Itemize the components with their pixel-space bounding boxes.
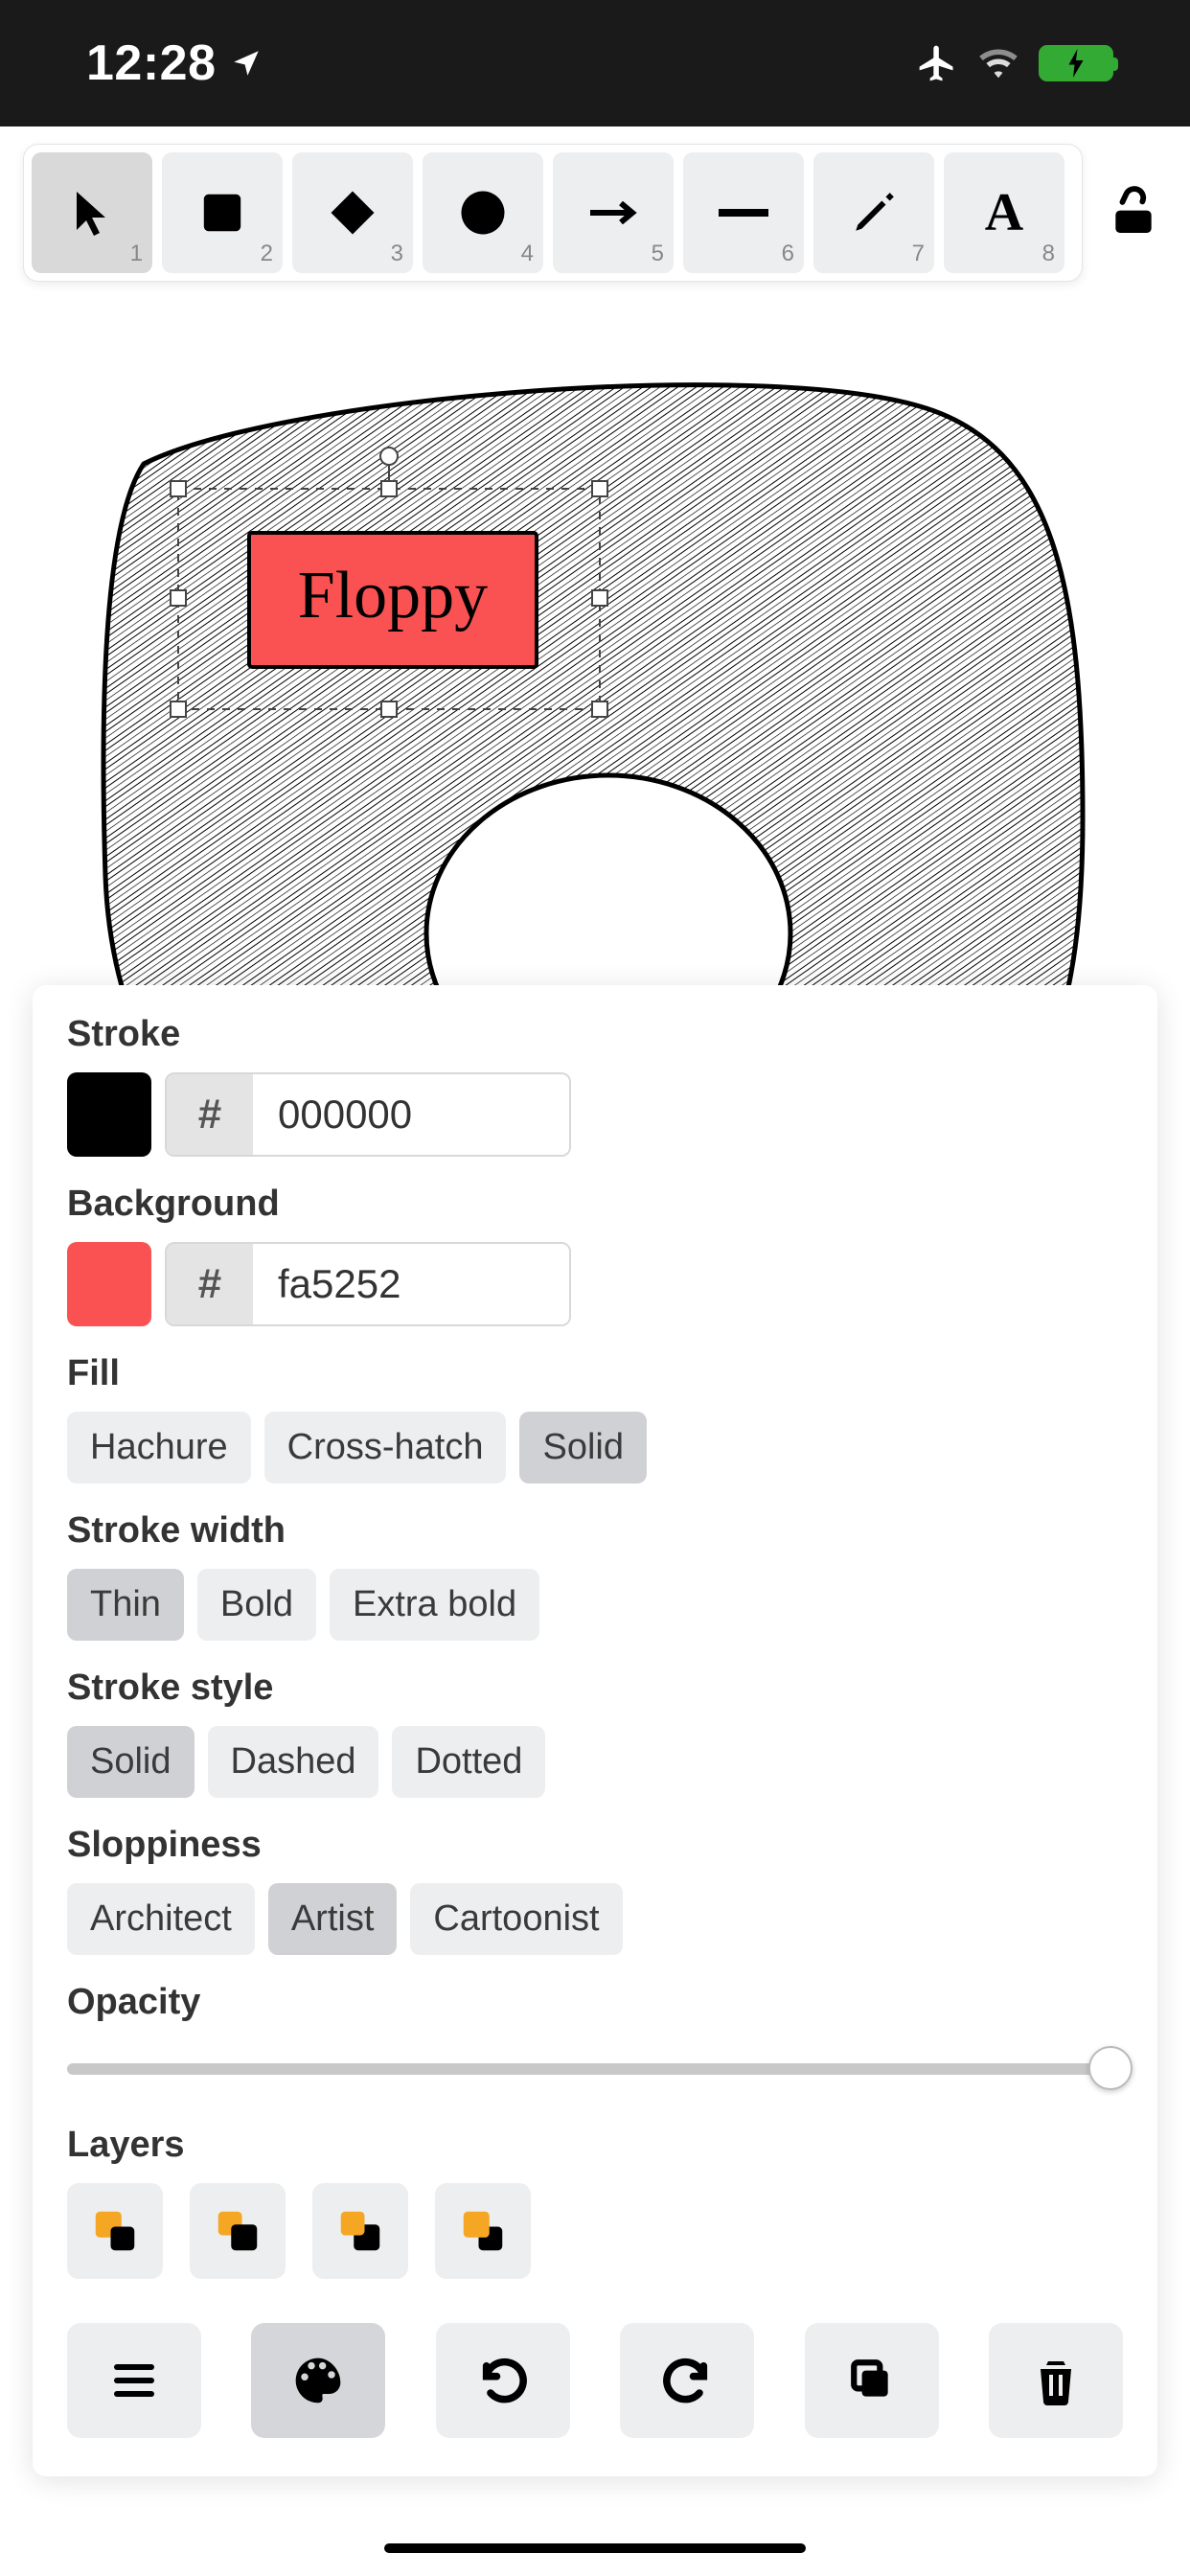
- stroke-style-dashed[interactable]: Dashed: [208, 1726, 379, 1798]
- layer-buttons: [67, 2183, 1123, 2279]
- sloppiness-architect[interactable]: Architect: [67, 1883, 255, 1955]
- undo-button[interactable]: [436, 2323, 570, 2438]
- stroke-label: Stroke: [67, 1014, 1123, 1055]
- background-hex-input[interactable]: [253, 1244, 569, 1324]
- fill-options: Hachure Cross-hatch Solid: [67, 1412, 1123, 1484]
- sloppiness-artist[interactable]: Artist: [268, 1883, 398, 1955]
- stroke-hex-wrap: #: [165, 1072, 571, 1157]
- redo-button[interactable]: [620, 2323, 754, 2438]
- tool-draw[interactable]: 7: [813, 152, 934, 273]
- tool-arrow[interactable]: 5: [553, 152, 674, 273]
- canvas-element-text: Floppy: [298, 559, 488, 632]
- tool-number: 5: [652, 241, 664, 267]
- tool-line[interactable]: 6: [683, 152, 804, 273]
- battery-charging-icon: [1039, 45, 1113, 81]
- text-icon: A: [985, 182, 1023, 243]
- hash-icon: #: [167, 1244, 253, 1324]
- stroke-hex-input[interactable]: [253, 1074, 569, 1155]
- background-hex-wrap: #: [165, 1242, 571, 1326]
- tool-number: 8: [1042, 241, 1055, 267]
- bring-forward-button[interactable]: [312, 2183, 408, 2279]
- fill-label: Fill: [67, 1353, 1123, 1394]
- delete-button[interactable]: [989, 2323, 1123, 2438]
- sloppiness-cartoonist[interactable]: Cartoonist: [410, 1883, 622, 1955]
- tool-diamond[interactable]: 3: [292, 152, 413, 273]
- properties-panel: Stroke # Background # Fill Hachure Cross…: [33, 985, 1157, 2476]
- fill-solid[interactable]: Solid: [519, 1412, 647, 1484]
- stroke-style-label: Stroke style: [67, 1668, 1123, 1709]
- location-icon: [230, 47, 263, 80]
- sloppiness-label: Sloppiness: [67, 1825, 1123, 1866]
- stroke-width-options: Thin Bold Extra bold: [67, 1569, 1123, 1641]
- stroke-swatch[interactable]: [67, 1072, 151, 1157]
- stroke-width-label: Stroke width: [67, 1510, 1123, 1552]
- status-right: [916, 42, 1113, 84]
- fill-hachure[interactable]: Hachure: [67, 1412, 251, 1484]
- send-backward-button[interactable]: [190, 2183, 286, 2279]
- lock-button[interactable]: [1100, 186, 1167, 240]
- background-label: Background: [67, 1184, 1123, 1225]
- toolbar-container: 1 2 3 4 5 6 7 A 8: [0, 126, 1190, 282]
- menu-button[interactable]: [67, 2323, 201, 2438]
- tool-number: 7: [912, 241, 925, 267]
- stroke-width-thin[interactable]: Thin: [67, 1569, 184, 1641]
- opacity-slider[interactable]: [67, 2040, 1123, 2098]
- status-bar: 12:28: [0, 0, 1190, 126]
- sloppiness-options: Architect Artist Cartoonist: [67, 1883, 1123, 1955]
- fill-cross-hatch[interactable]: Cross-hatch: [264, 1412, 507, 1484]
- stroke-color-row: #: [67, 1072, 1123, 1157]
- stroke-style-solid[interactable]: Solid: [67, 1726, 195, 1798]
- background-swatch[interactable]: [67, 1242, 151, 1326]
- tool-number: 6: [782, 241, 794, 267]
- home-indicator[interactable]: [384, 2543, 806, 2553]
- layers-label: Layers: [67, 2125, 1123, 2166]
- wifi-icon: [977, 46, 1019, 80]
- tool-number: 3: [391, 241, 403, 267]
- tool-number: 1: [130, 241, 143, 267]
- slider-track: [67, 2063, 1123, 2075]
- tool-text[interactable]: A 8: [944, 152, 1064, 273]
- tool-rectangle[interactable]: 2: [162, 152, 283, 273]
- tool-number: 4: [521, 241, 534, 267]
- tool-ellipse[interactable]: 4: [423, 152, 543, 273]
- send-to-back-button[interactable]: [67, 2183, 163, 2279]
- toolbar: 1 2 3 4 5 6 7 A 8: [23, 144, 1083, 282]
- background-color-row: #: [67, 1242, 1123, 1326]
- status-left: 12:28: [86, 34, 263, 92]
- slider-thumb[interactable]: [1088, 2046, 1133, 2090]
- palette-button[interactable]: [251, 2323, 385, 2438]
- airplane-icon: [916, 42, 958, 84]
- stroke-style-dotted[interactable]: Dotted: [392, 1726, 545, 1798]
- status-time: 12:28: [86, 34, 217, 92]
- bottom-actions: [67, 2323, 1123, 2438]
- duplicate-button[interactable]: [805, 2323, 939, 2438]
- stroke-width-bold[interactable]: Bold: [197, 1569, 316, 1641]
- tool-selection[interactable]: 1: [32, 152, 152, 273]
- stroke-style-options: Solid Dashed Dotted: [67, 1726, 1123, 1798]
- tool-number: 2: [261, 241, 273, 267]
- bring-to-front-button[interactable]: [435, 2183, 531, 2279]
- stroke-width-extra-bold[interactable]: Extra bold: [330, 1569, 539, 1641]
- opacity-label: Opacity: [67, 1982, 1123, 2023]
- hash-icon: #: [167, 1074, 253, 1155]
